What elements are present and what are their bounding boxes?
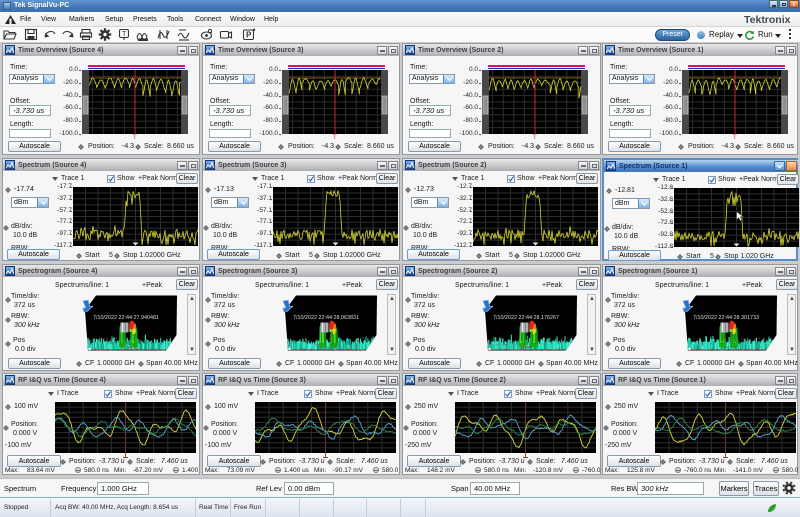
svg-text:T: T bbox=[122, 31, 127, 38]
svg-text:7/10/2022 22:44:27.940481: 7/10/2022 22:44:27.940481 bbox=[93, 315, 159, 321]
svg-text:P: P bbox=[246, 31, 252, 40]
svg-text:7/10/2022 22:44:28.301733: 7/10/2022 22:44:28.301733 bbox=[693, 315, 759, 321]
svg-text:7/10/2022 22:44:28.063831: 7/10/2022 22:44:28.063831 bbox=[293, 315, 359, 321]
svg-text:7/10/2022 22:44:28.176267: 7/10/2022 22:44:28.176267 bbox=[493, 315, 559, 321]
